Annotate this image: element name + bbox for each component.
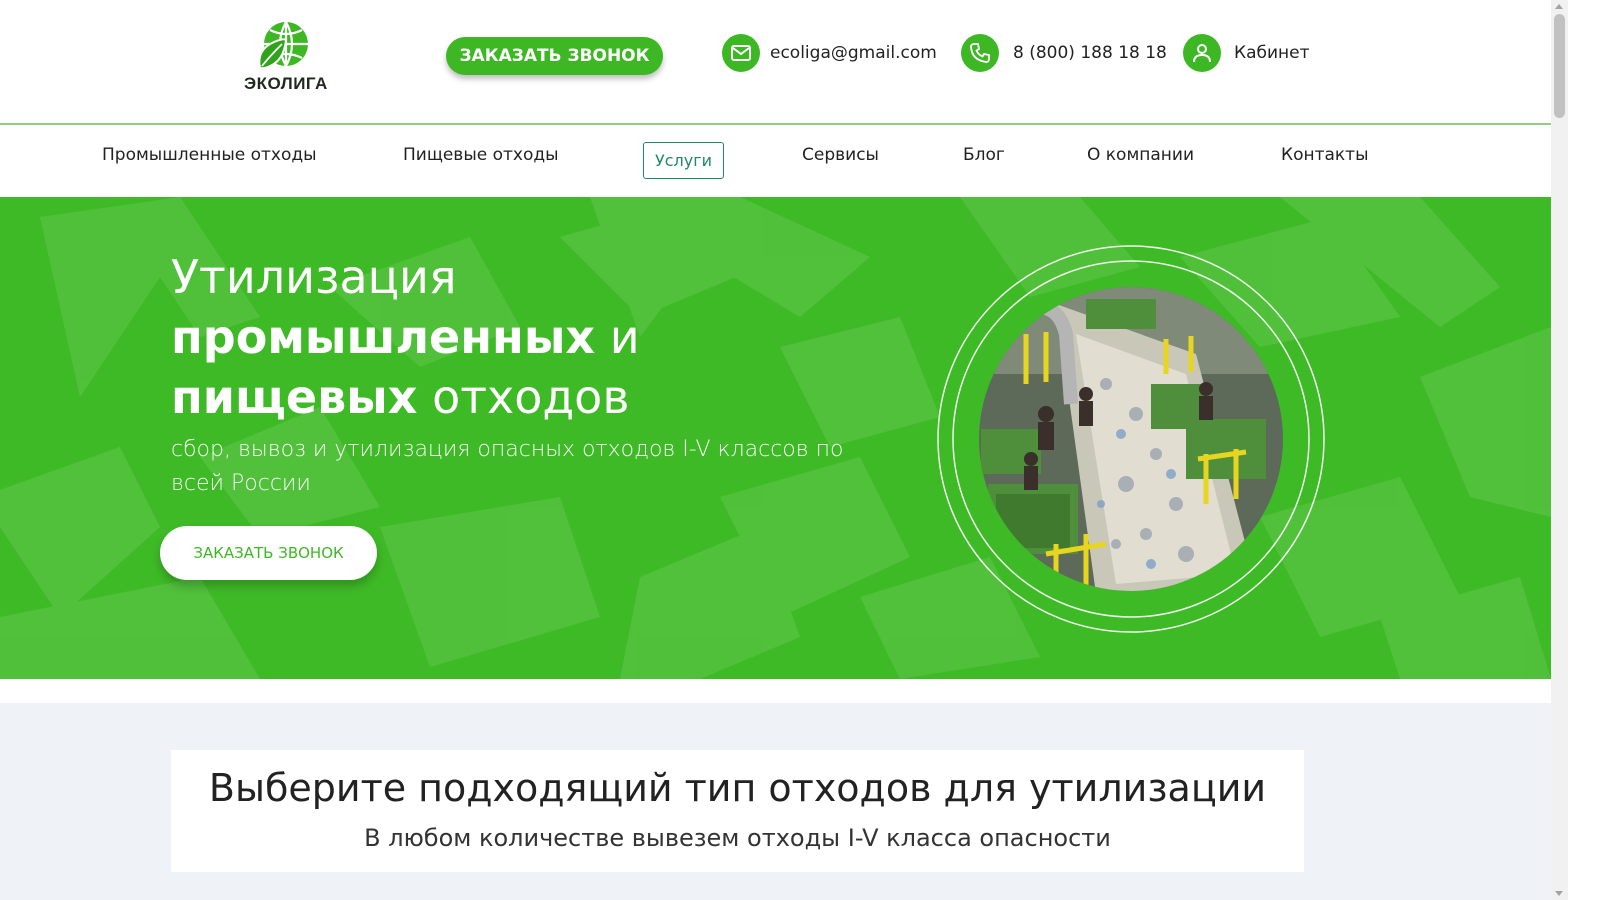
logo[interactable]: ЭКОЛИГА [244, 20, 328, 94]
globe-leaf-icon [254, 20, 310, 72]
hero-subtitle: сбор, вывоз и утилизация опасных отходов… [171, 437, 844, 496]
user-icon [1183, 34, 1221, 72]
logo-text: ЭКОЛИГА [244, 74, 328, 93]
hero-title-bold2: промышленных [171, 310, 596, 364]
hero-title-line2: промышленных и [171, 307, 891, 367]
window-edge [1568, 0, 1600, 900]
hero-image-circle [936, 244, 1326, 634]
hero-title: Утилизация промышленных и пищевых отходо… [171, 247, 891, 427]
order-call-button[interactable]: ЗАКАЗАТЬ ЗВОНОК [446, 37, 663, 75]
nav-item-industrial-waste[interactable]: Промышленные отходы [102, 145, 317, 165]
hero-title-rest3: отходов [417, 370, 630, 424]
hero-title-rest2: и [595, 310, 640, 364]
waste-sorting-facility-photo [937, 245, 1325, 633]
section-header-card: Выберите подходящий тип отходов для утил… [171, 750, 1304, 872]
email-contact[interactable]: ecoliga@gmail.com [722, 34, 937, 72]
nav-item-tools[interactable]: Сервисы [802, 145, 879, 165]
nav-item-food-waste[interactable]: Пищевые отходы [403, 145, 559, 165]
scroll-down-arrow-icon[interactable] [1555, 891, 1563, 896]
section-subtitle: В любом количестве вывезем отходы I-V кл… [364, 824, 1111, 852]
main-nav: Промышленные отходы Пищевые отходы Услуг… [0, 125, 1551, 197]
waste-types-section: Выберите подходящий тип отходов для утил… [0, 679, 1551, 900]
hero-title-bold3: пищевых [171, 370, 418, 424]
scrollbar-thumb[interactable] [1554, 14, 1565, 118]
vertical-scrollbar[interactable] [1551, 0, 1568, 900]
hero-title-line3: пищевых отходов [171, 367, 891, 427]
envelope-icon [722, 34, 760, 72]
cabinet-text: Кабинет [1234, 43, 1310, 63]
nav-item-about[interactable]: О компании [1087, 145, 1194, 165]
cabinet-link[interactable]: Кабинет [1183, 34, 1310, 72]
site-header: ЭКОЛИГА ЗАКАЗАТЬ ЗВОНОК ecoliga@gmail.co… [0, 0, 1551, 124]
scroll-up-arrow-icon[interactable] [1555, 4, 1563, 9]
phone-text: 8 (800) 188 18 18 [1013, 43, 1167, 63]
nav-item-blog[interactable]: Блог [963, 145, 1005, 165]
section-title: Выберите подходящий тип отходов для утил… [208, 766, 1267, 810]
email-text: ecoliga@gmail.com [770, 43, 937, 63]
nav-item-services[interactable]: Услуги [643, 142, 725, 179]
nav-item-contacts[interactable]: Контакты [1281, 145, 1369, 165]
phone-contact[interactable]: 8 (800) 188 18 18 [961, 34, 1167, 72]
hero-title-line1: Утилизация [171, 250, 457, 304]
phone-icon [961, 34, 999, 72]
hero-order-call-button[interactable]: ЗАКАЗАТЬ ЗВОНОК [160, 526, 377, 580]
hero-banner: Утилизация промышленных и пищевых отходо… [0, 197, 1551, 679]
